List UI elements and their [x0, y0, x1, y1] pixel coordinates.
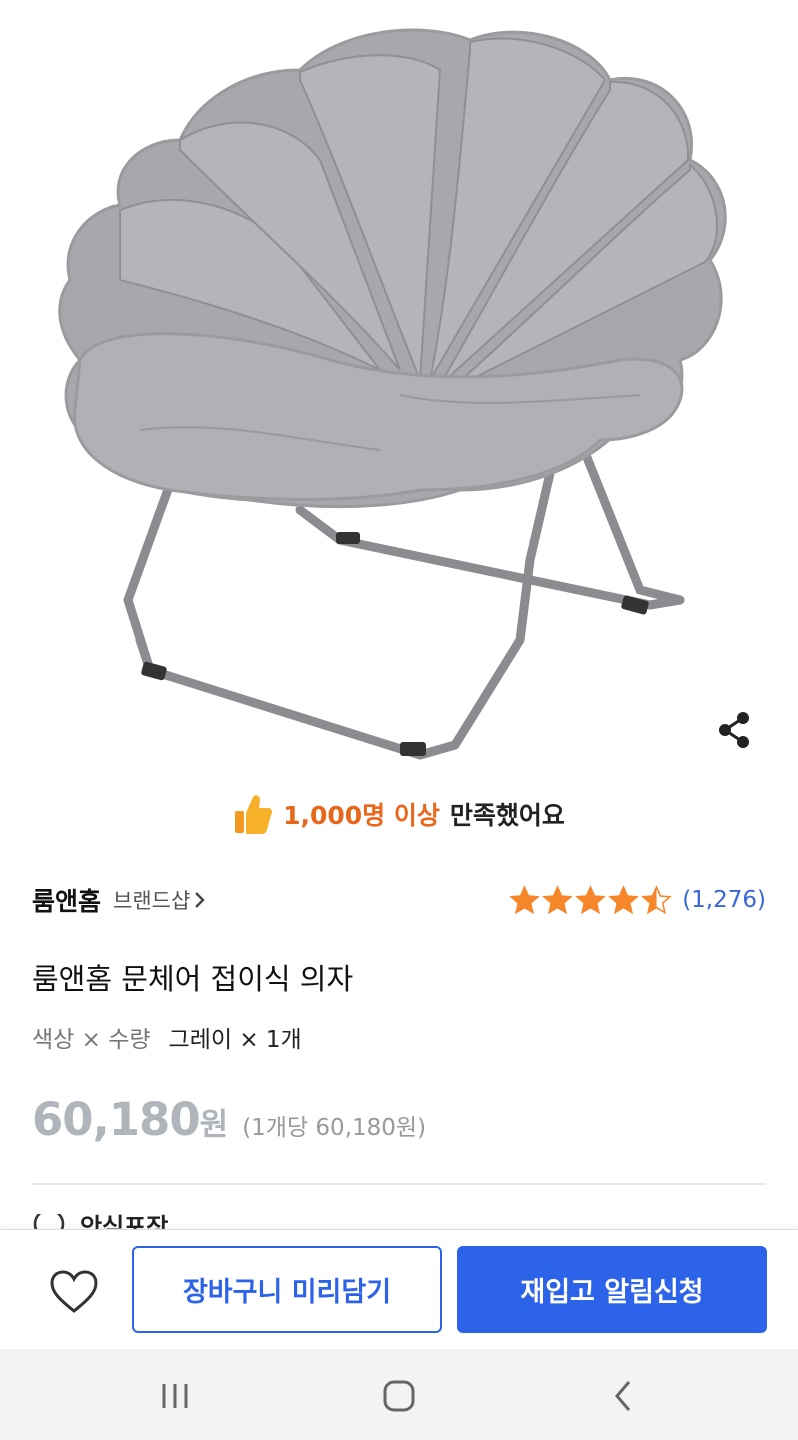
star-icon [542, 885, 574, 915]
back-button[interactable] [593, 1371, 653, 1421]
option-value: 그레이 × 1개 [168, 1027, 302, 1053]
brand-shop-link[interactable]: 브랜드샵 [113, 885, 206, 915]
star-icon [509, 885, 541, 915]
recent-apps-icon [162, 1384, 188, 1408]
review-count[interactable]: (1,276) [682, 887, 766, 913]
option-label: 색상 × 수량 [32, 1027, 151, 1053]
heart-icon [50, 1270, 98, 1313]
home-button[interactable] [369, 1371, 429, 1421]
price-per-unit: (1개당 60,180원) [242, 1115, 427, 1141]
satisfaction-text: 만족했어요 [449, 801, 565, 830]
option-row: 색상 × 수량 그레이 × 1개 [32, 1020, 302, 1054]
bottom-action-bar: 장바구니 미리담기 재입고 알림신청 [0, 1229, 798, 1349]
wishlist-button[interactable] [46, 1264, 102, 1320]
star-icon [641, 885, 673, 915]
price-amount: 60,180원 [32, 1093, 229, 1146]
restock-alert-button[interactable]: 재입고 알림신청 [457, 1246, 767, 1333]
system-nav-bar [0, 1349, 798, 1440]
home-icon [383, 1380, 415, 1412]
thumbs-up-icon [235, 795, 273, 834]
rating[interactable]: (1,276) [509, 885, 766, 915]
satisfaction-banner: 1,000명 이상 만족했어요 [0, 793, 798, 835]
price-row: 60,180원 (1개당 60,180원) [32, 1093, 426, 1146]
product-title: 룸앤홈 문체어 접이식 의자 [32, 962, 354, 996]
brand-shop-label: 브랜드샵 [113, 889, 191, 913]
satisfaction-count: 1,000명 이상 [283, 801, 440, 830]
product-image[interactable] [0, 0, 798, 780]
divider [32, 1183, 766, 1185]
share-button[interactable] [712, 708, 756, 752]
star-icon [575, 885, 607, 915]
add-to-cart-button[interactable]: 장바구니 미리담기 [132, 1246, 442, 1333]
star-rating [509, 885, 673, 915]
brand-rating-row: 룸앤홈 브랜드샵 (1,276) [32, 882, 766, 918]
share-icon [719, 712, 749, 748]
chevron-right-icon [195, 892, 205, 908]
chair-illustration [58, 28, 727, 760]
star-icon [608, 885, 640, 915]
recent-apps-button[interactable] [145, 1371, 205, 1421]
brand-name: 룸앤홈 [32, 887, 102, 916]
back-icon [615, 1381, 631, 1411]
